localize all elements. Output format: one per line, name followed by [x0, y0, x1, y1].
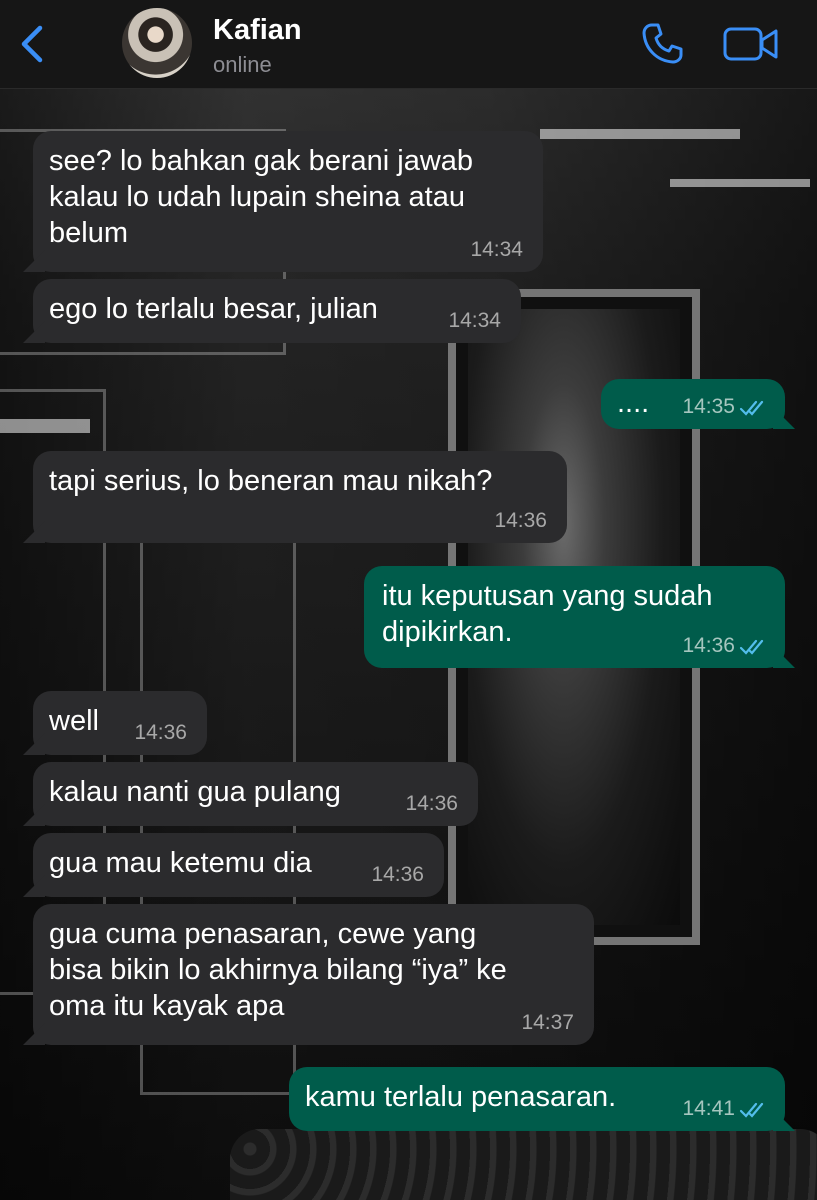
message-bubble-incoming[interactable]: gua mau ketemu dia 14:36 [23, 833, 444, 897]
wallpaper-light [540, 129, 740, 139]
avatar[interactable] [122, 8, 192, 78]
video-camera-icon [723, 27, 778, 61]
message-bubble-outgoing[interactable]: kamu terlalu penasaran. 14:41 [289, 1067, 795, 1131]
wallpaper-light [670, 179, 810, 187]
message-text: well [49, 705, 99, 737]
message-bubble-outgoing[interactable]: .... 14:35 [601, 379, 795, 429]
message-bubble-incoming[interactable]: tapi serius, lo beneran mau nikah? 14:36 [23, 451, 567, 543]
message-bubble-incoming[interactable]: see? lo bahkan gak berani jawab kalau lo… [23, 131, 543, 272]
message-text: kalau nanti gua pulang [49, 776, 341, 808]
read-ticks-icon [739, 639, 764, 655]
message-bubble-incoming[interactable]: gua cuma penasaran, cewe yang bisa bikin… [23, 904, 594, 1045]
message-bubble-incoming[interactable]: ego lo terlalu besar, julian 14:34 [23, 279, 521, 343]
message-timestamp: 14:36 [371, 863, 424, 886]
message-bubble-incoming[interactable]: well 14:36 [23, 691, 207, 755]
contact-name[interactable]: Kafian [213, 14, 302, 47]
message-bubble-incoming[interactable]: kalau nanti gua pulang 14:36 [23, 762, 478, 826]
voice-call-button[interactable] [638, 20, 686, 68]
video-call-button[interactable] [722, 24, 780, 64]
message-timestamp: 14:34 [448, 309, 501, 332]
phone-icon [642, 23, 683, 64]
contact-status: online [213, 52, 272, 77]
message-timestamp: 14:35 [682, 395, 735, 418]
message-timestamp: 14:36 [405, 792, 458, 815]
back-button[interactable] [14, 20, 50, 68]
message-text: itu keputusan yang sudah dipikirkan. [382, 580, 713, 648]
message-text: kamu terlalu penasaran. [305, 1081, 617, 1113]
read-ticks-icon [739, 1102, 764, 1118]
message-text: tapi serius, lo beneran mau nikah? [49, 465, 493, 497]
message-text: gua cuma penasaran, cewe yang bisa bikin… [49, 918, 507, 1022]
wallpaper-sofa [230, 1129, 817, 1200]
message-text: .... [617, 387, 650, 419]
wallpaper-light [0, 419, 90, 433]
message-timestamp: 14:34 [470, 238, 523, 261]
message-bubble-outgoing[interactable]: itu keputusan yang sudah dipikirkan. 14:… [364, 566, 795, 668]
read-ticks-icon [739, 400, 764, 416]
message-text: ego lo terlalu besar, julian [49, 293, 378, 325]
message-text: see? lo bahkan gak berani jawab kalau lo… [49, 145, 474, 249]
message-timestamp: 14:36 [682, 634, 735, 657]
back-chevron-icon [21, 25, 43, 63]
message-timestamp: 14:36 [494, 509, 547, 532]
message-timestamp: 14:41 [682, 1097, 735, 1120]
message-timestamp: 14:37 [521, 1011, 574, 1034]
message-timestamp: 14:36 [134, 721, 187, 744]
chat-header: Kafian online [0, 0, 817, 89]
message-text: gua mau ketemu dia [49, 847, 312, 879]
